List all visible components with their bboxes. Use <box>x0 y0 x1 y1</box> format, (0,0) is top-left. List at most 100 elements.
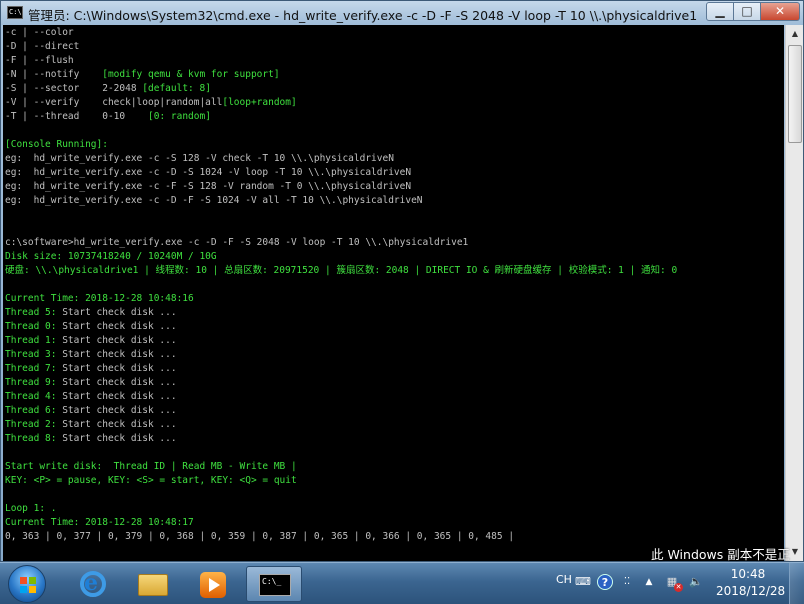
console-line: Thread 6: Start check disk ... <box>5 404 784 418</box>
console-line: 硬盘: \\.\physicaldrive1 | 线程数: 10 | 总扇区数:… <box>5 264 784 278</box>
console-line: Thread 1: Start check disk ... <box>5 334 784 348</box>
taskbar-ie[interactable]: e <box>64 566 120 602</box>
minimize-button[interactable]: ▁ <box>706 2 734 21</box>
cmd-icon: C:\_ <box>259 574 291 596</box>
console-text: Thread 1: <box>5 335 57 346</box>
console-text: Start check disk ... <box>56 405 177 416</box>
console-output[interactable]: -c | --color -D | --direct -F | --flush -N … <box>3 25 784 561</box>
cmd-window-icon[interactable]: C:\ <box>7 6 23 19</box>
console-text: Current Time: 2018-12-28 10:48:17 <box>5 517 194 528</box>
console-text: Start check disk ... <box>56 363 177 374</box>
console-line: eg: hd_write_verify.exe -c -D -S 1024 -V… <box>5 166 784 180</box>
console-line: Thread 5: Start check disk ... <box>5 306 784 320</box>
clock-time[interactable]: 10:48 <box>716 567 780 581</box>
console-line: [Console Running]: <box>5 138 784 152</box>
windows-logo-icon <box>20 577 36 593</box>
language-indicator[interactable]: CH <box>556 573 572 586</box>
show-hidden-icons-icon[interactable]: ▲ <box>641 574 657 590</box>
console-text: Start check disk ... <box>56 391 177 402</box>
taskbar: e C:\_ CH ⌨ ? ⁚⁚ ▲ ▦ ✕ 🔈 10:48 2018/12/28 <box>0 562 804 604</box>
console-text: c:\software>hd_write_verify.exe -c -D -F… <box>5 237 469 248</box>
console-text: Disk size: 10737418240 / 10240M / 10G <box>5 251 217 262</box>
taskbar-cmd[interactable]: C:\_ <box>246 566 302 602</box>
scroll-thumb[interactable] <box>788 45 802 143</box>
vertical-scrollbar[interactable]: ▲ ▼ <box>785 25 803 561</box>
folder-icon <box>138 574 168 596</box>
console-text: Start check disk ... <box>56 307 177 318</box>
console-line: c:\software>hd_write_verify.exe -c -D -F… <box>5 236 784 250</box>
console-text: eg: hd_write_verify.exe -c -S 128 -V che… <box>5 153 394 164</box>
network-icon[interactable]: ▦ ✕ <box>664 574 683 592</box>
console-text: Thread 3: <box>5 349 57 360</box>
console-line: eg: hd_write_verify.exe -c -D -F -S 1024… <box>5 194 784 208</box>
window-title: 管理员: C:\Windows\System32\cmd.exe - hd_wr… <box>28 8 698 23</box>
console-line: Start write disk: Thread ID | Read MB - … <box>5 460 784 474</box>
console-line: Thread 0: Start check disk ... <box>5 320 784 334</box>
console-text: [default: 8] <box>142 83 211 94</box>
console-line: Current Time: 2018-12-28 10:48:16 <box>5 292 784 306</box>
activation-watermark: 此 Windows 副本不是正 <box>651 547 790 562</box>
console-line: Loop 1: . <box>5 502 784 516</box>
volume-icon[interactable]: 🔈 <box>688 574 704 590</box>
console-text: 0, 363 | 0, 377 | 0, 379 | 0, 368 | 0, 3… <box>5 531 515 542</box>
close-button[interactable]: ✕ <box>760 2 800 21</box>
console-text: Thread 9: <box>5 377 57 388</box>
console-text: eg: hd_write_verify.exe -c -D -S 1024 -V… <box>5 167 412 178</box>
console-text: Current Time: 2018-12-28 10:48:16 <box>5 293 194 304</box>
console-line: -c | --color <box>5 26 784 40</box>
console-text: -c | --color <box>5 27 74 38</box>
console-text: Thread 5: <box>5 307 57 318</box>
console-text: eg: hd_write_verify.exe -c -D -F -S 1024… <box>5 195 423 206</box>
console-text: [loop+random] <box>222 97 297 108</box>
console-line: -V | --verify check|loop|random|all[loop… <box>5 96 784 110</box>
console-text: Start write disk: Thread ID | Read MB - … <box>5 461 297 472</box>
show-desktop-button[interactable] <box>789 563 804 604</box>
console-line: 0, 363 | 0, 377 | 0, 379 | 0, 368 | 0, 3… <box>5 530 784 544</box>
console-text: Thread 0: <box>5 321 57 332</box>
console-text: -D | --direct <box>5 41 80 52</box>
console-text: Thread 7: <box>5 363 57 374</box>
console-text: Thread 8: <box>5 433 57 444</box>
console-text: Start check disk ... <box>56 321 177 332</box>
console-text: Loop 1: . <box>5 503 57 514</box>
clock-date[interactable]: 2018/12/28 <box>716 584 785 598</box>
taskbar-explorer[interactable] <box>124 566 180 602</box>
title-bar[interactable]: C:\ 管理员: C:\Windows\System32\cmd.exe - h… <box>1 1 803 25</box>
console-text: -T | --thread 0-10 <box>5 111 148 122</box>
console-line: eg: hd_write_verify.exe -c -F -S 128 -V … <box>5 180 784 194</box>
console-text: Start check disk ... <box>56 349 177 360</box>
console-text: Thread 4: <box>5 391 57 402</box>
console-text: Start check disk ... <box>56 335 177 346</box>
console-line: Thread 3: Start check disk ... <box>5 348 784 362</box>
start-button[interactable] <box>8 565 46 603</box>
console-text: [Console Running]: <box>5 139 108 150</box>
console-text: 硬盘: \\.\physicaldrive1 | 线程数: 10 | 总扇区数:… <box>5 265 678 276</box>
console-text: KEY: <P> = pause, KEY: <S> = start, KEY:… <box>5 475 297 486</box>
console-line: KEY: <P> = pause, KEY: <S> = start, KEY:… <box>5 474 784 488</box>
keyboard-icon[interactable]: ⌨ <box>575 574 591 590</box>
console-text: Thread 6: <box>5 405 57 416</box>
ime-options-icon[interactable]: ⁚⁚ <box>619 574 635 590</box>
taskbar-media-player[interactable] <box>184 566 240 602</box>
console-line: Disk size: 10737418240 / 10240M / 10G <box>5 250 784 264</box>
console-line: -N | --notify [modify qemu & kvm for sup… <box>5 68 784 82</box>
console-text: Start check disk ... <box>56 433 177 444</box>
help-icon[interactable]: ? <box>597 574 613 590</box>
ie-letter-icon: e <box>84 570 98 596</box>
console-line: -S | --sector 2-2048 [default: 8] <box>5 82 784 96</box>
console-text: Start check disk ... <box>56 419 177 430</box>
maximize-button[interactable]: □ <box>733 2 761 21</box>
console-line: -F | --flush <box>5 54 784 68</box>
console-text: -S | --sector 2-2048 <box>5 83 143 94</box>
scroll-up-arrow-icon[interactable]: ▲ <box>787 26 803 42</box>
console-line: Thread 8: Start check disk ... <box>5 432 784 446</box>
console-line: Current Time: 2018-12-28 10:48:17 <box>5 516 784 530</box>
console-text: -N | --notify <box>5 69 103 80</box>
console-text: Start check disk ... <box>56 377 177 388</box>
